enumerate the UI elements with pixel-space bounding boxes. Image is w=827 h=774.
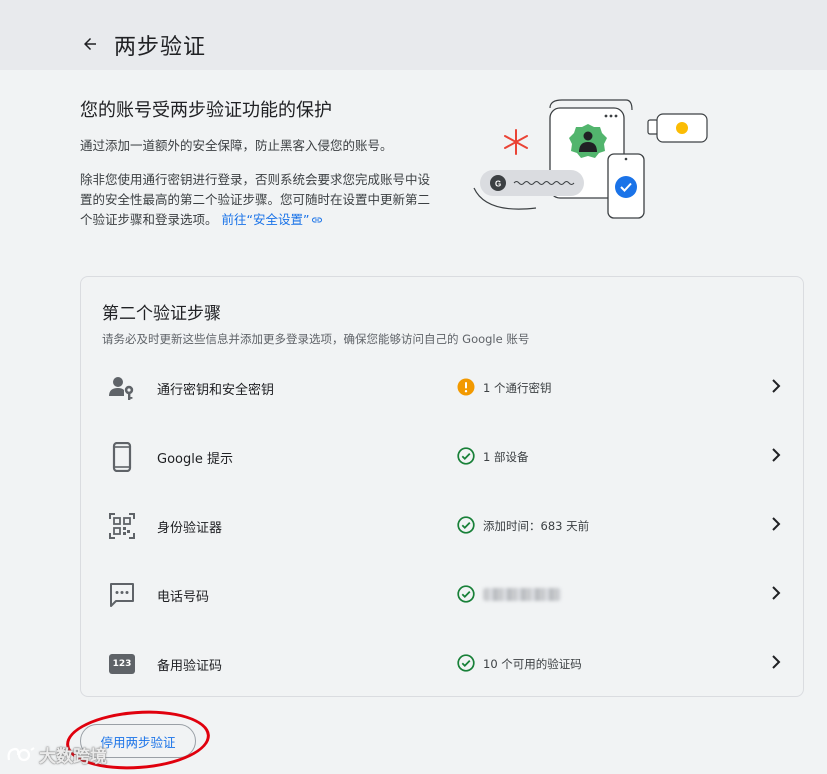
step-status-redacted (483, 587, 561, 604)
chevron-right-icon (767, 375, 785, 397)
back-button[interactable] (78, 32, 102, 56)
page-title: 两步验证 (114, 35, 207, 60)
step-status: 添加时间：683 天前 (483, 519, 590, 533)
redacted-phone-number (483, 588, 561, 601)
123-icon: 123 (107, 649, 137, 679)
security-settings-link[interactable]: 前往“安全设置” (222, 212, 324, 227)
check-circle-icon (457, 585, 475, 603)
chevron-right-icon (767, 582, 785, 604)
link-icon (312, 217, 323, 223)
message-dots-icon (107, 580, 137, 610)
step-label: 身份验证器 (157, 521, 223, 536)
watermark-text: 大数跨境 (39, 747, 107, 767)
chevron-right-icon (767, 513, 785, 535)
arrow-back-icon (84, 38, 96, 50)
step-status: 1 部设备 (483, 450, 529, 464)
phone-icon (107, 442, 137, 472)
card-subtitle: 请务必及时更新这些信息并添加更多登录选项，确保您能够访问自己的 Google 账… (102, 332, 530, 346)
watermark-logo-icon (7, 746, 35, 761)
step-label: Google 提示 (157, 452, 233, 467)
step-label: 备用验证码 (157, 659, 223, 674)
check-circle-icon (457, 447, 475, 465)
intro-paragraph: 通过添加一道额外的安全保障，防止黑客入侵您的账号。 (80, 138, 393, 153)
step-row-phone-number[interactable]: 电话号码 (81, 566, 803, 622)
security-illustration: G (473, 99, 708, 219)
qr-code-icon (107, 511, 137, 541)
step-row-google-prompt[interactable]: Google 提示 1 部设备 (81, 428, 803, 484)
watermark: 大数跨境 (6, 742, 107, 767)
second-steps-card: 第二个验证步骤 请务必及时更新这些信息并添加更多登录选项，确保您能够访问自己的 … (80, 276, 804, 697)
step-label: 通行密钥和安全密钥 (157, 383, 275, 398)
check-circle-icon (457, 654, 475, 672)
step-label: 电话号码 (157, 590, 210, 605)
person-key-icon (107, 373, 137, 403)
security-settings-link-label: 前往“安全设置” (221, 212, 310, 227)
step-status: 10 个可用的验证码 (483, 657, 582, 671)
step-row-backup-codes[interactable]: 123 备用验证码 10 个可用的验证码 (81, 635, 803, 691)
card-title: 第二个验证步骤 (102, 304, 221, 324)
chevron-right-icon (767, 444, 785, 466)
step-row-passkeys[interactable]: 通行密钥和安全密钥 1 个通行密钥 (81, 359, 803, 415)
top-bar: 两步验证 (0, 0, 827, 70)
svg-text:G: G (495, 180, 501, 189)
chevron-right-icon (767, 651, 785, 673)
details-paragraph: 除非您使用通行密钥进行登录，否则系统会要求您完成账号中设置的安全性最高的第二个验… (80, 170, 440, 230)
protection-heading: 您的账号受两步验证功能的保护 (80, 100, 332, 121)
check-circle-icon (457, 516, 475, 534)
warning-icon (457, 378, 475, 396)
step-status: 1 个通行密钥 (483, 381, 552, 395)
step-row-authenticator[interactable]: 身份验证器 添加时间：683 天前 (81, 497, 803, 553)
backup-codes-badge: 123 (109, 654, 135, 674)
